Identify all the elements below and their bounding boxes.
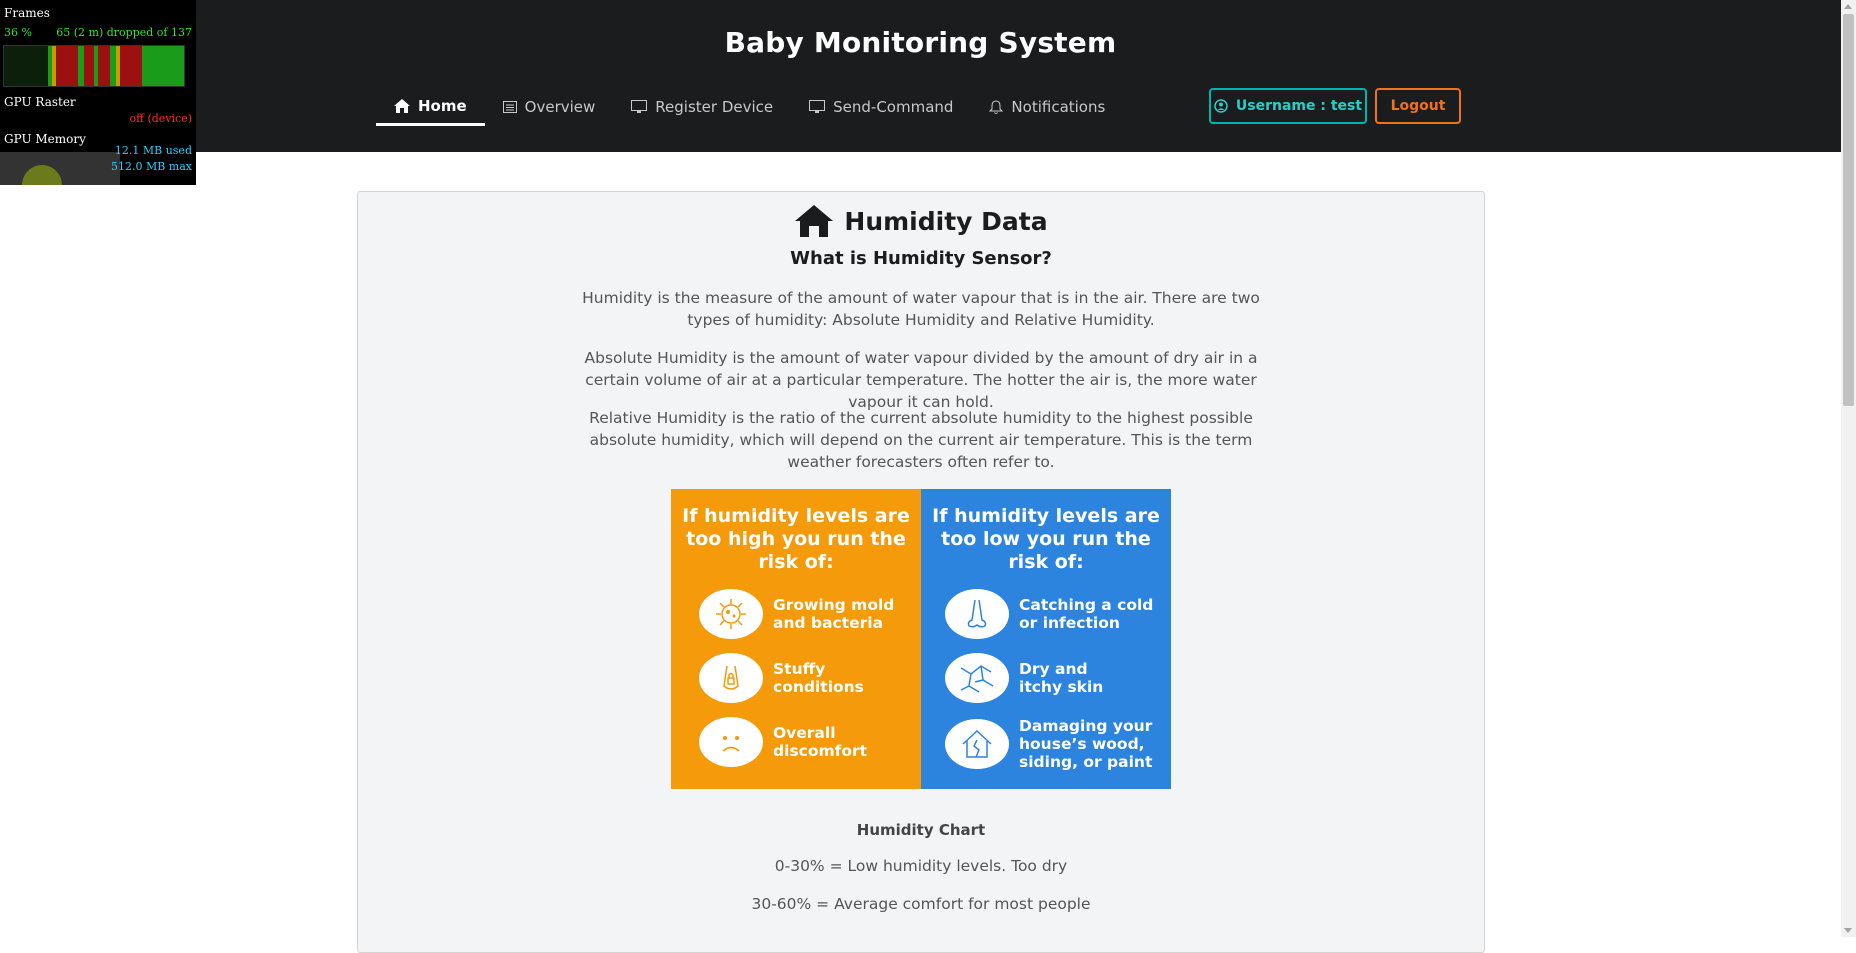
site-title: Baby Monitoring System [724, 26, 1117, 59]
gpu-memory-used: 12.1 MB used [114, 144, 192, 157]
high-humidity-title: If humidity levels are too high you run … [682, 505, 910, 573]
page-scrollbar[interactable] [1841, 0, 1856, 937]
nav-register-device[interactable]: Register Device [613, 88, 791, 126]
home-icon [394, 98, 410, 113]
frames-graph [3, 45, 185, 87]
paragraph-absolute-humidity: Absolute Humidity is the amount of water… [584, 349, 1258, 411]
username-button[interactable]: Username : test [1209, 88, 1367, 124]
risk-item: Catching a cold or infection [945, 589, 1154, 639]
nav-home-label: Home [418, 96, 467, 115]
scroll-up-arrow-icon[interactable] [1844, 4, 1852, 9]
risk-item: Dry and itchy skin [945, 653, 1119, 703]
frames-percent: 36 % [4, 26, 32, 39]
damaged-house-icon [945, 719, 1009, 769]
sad-face-icon [699, 717, 763, 767]
gpu-raster-status: off (device) [129, 112, 192, 125]
list-icon [502, 101, 517, 113]
section-subtitle: What is Humidity Sensor? [790, 248, 1052, 269]
fps-meter-overlay: Frames 36 % 65 (2 m) dropped of 137 GPU … [0, 0, 196, 185]
risk-item: Stuffy conditions [699, 653, 873, 703]
user-circle-icon [1214, 99, 1228, 113]
nav-send-command[interactable]: Send-Command [791, 88, 971, 126]
nav-send-command-label: Send-Command [833, 98, 954, 116]
risk-text: Damaging your house’s wood, siding, or p… [1019, 717, 1153, 771]
low-humidity-panel: If humidity levels are too low you run t… [921, 489, 1171, 789]
risk-text: Stuffy conditions [773, 660, 864, 696]
username-label: Username : test [1235, 98, 1363, 114]
nose-icon [945, 589, 1009, 639]
bacteria-icon [699, 589, 763, 639]
nav-register-device-label: Register Device [655, 98, 774, 116]
nav-home[interactable]: Home [376, 88, 485, 126]
humidity-card: Humidity Data What is Humidity Sensor? H… [357, 191, 1485, 953]
bell-icon [989, 99, 1004, 114]
scrollbar-thumb[interactable] [1843, 14, 1854, 406]
top-navbar: Baby Monitoring System Home Overview Reg… [0, 0, 1841, 152]
cracked-skin-icon [945, 653, 1009, 703]
frames-dropped: 65 (2 m) dropped of 137 [56, 26, 192, 39]
nav-overview-label: Overview [524, 98, 596, 116]
stuffy-nose-icon [699, 653, 763, 703]
risk-text: Overall discomfort [773, 724, 868, 760]
low-humidity-title: If humidity levels are too low you run t… [932, 505, 1160, 573]
logout-button[interactable]: Logout [1375, 88, 1461, 124]
high-humidity-panel: If humidity levels are too high you run … [671, 489, 921, 789]
gpu-memory-gauge [0, 152, 120, 185]
paragraph-relative-humidity: Relative Humidity is the ratio of the cu… [589, 409, 1253, 471]
humidity-risk-infographic: If humidity levels are too high you run … [671, 489, 1171, 789]
gpu-raster-label: GPU Raster [4, 95, 76, 109]
risk-item: Overall discomfort [699, 717, 873, 767]
nav-notifications-label: Notifications [1011, 98, 1106, 116]
risk-text: Growing mold and bacteria [773, 596, 895, 632]
page-title: Humidity Data [358, 204, 1484, 238]
gpu-memory-max: 512.0 MB max [110, 160, 192, 173]
desktop-icon [631, 100, 648, 113]
home-icon [795, 205, 834, 237]
risk-text: Catching a cold or infection [1019, 596, 1154, 632]
humidity-chart-row: 30-60% = Average comfort for most people [751, 895, 1091, 913]
risk-item: Growing mold and bacteria [699, 589, 903, 639]
risk-item: Damaging your house’s wood, siding, or p… [945, 717, 1159, 771]
nav-overview[interactable]: Overview [485, 88, 614, 126]
frames-label: Frames [4, 6, 50, 20]
scroll-down-arrow-icon[interactable] [1844, 928, 1852, 933]
page-title-text: Humidity Data [844, 206, 1048, 236]
nav-notifications[interactable]: Notifications [971, 88, 1123, 126]
risk-text: Dry and itchy skin [1019, 660, 1104, 696]
paragraph-humidity-intro: Humidity is the measure of the amount of… [582, 289, 1260, 329]
humidity-chart-title: Humidity Chart [856, 821, 986, 839]
humidity-chart-row: 0-30% = Low humidity levels. Too dry [774, 857, 1068, 875]
desktop-icon [809, 100, 826, 113]
main-nav: Home Overview Register Device Send-Comma… [376, 88, 1123, 128]
gpu-memory-label: GPU Memory [4, 132, 86, 146]
